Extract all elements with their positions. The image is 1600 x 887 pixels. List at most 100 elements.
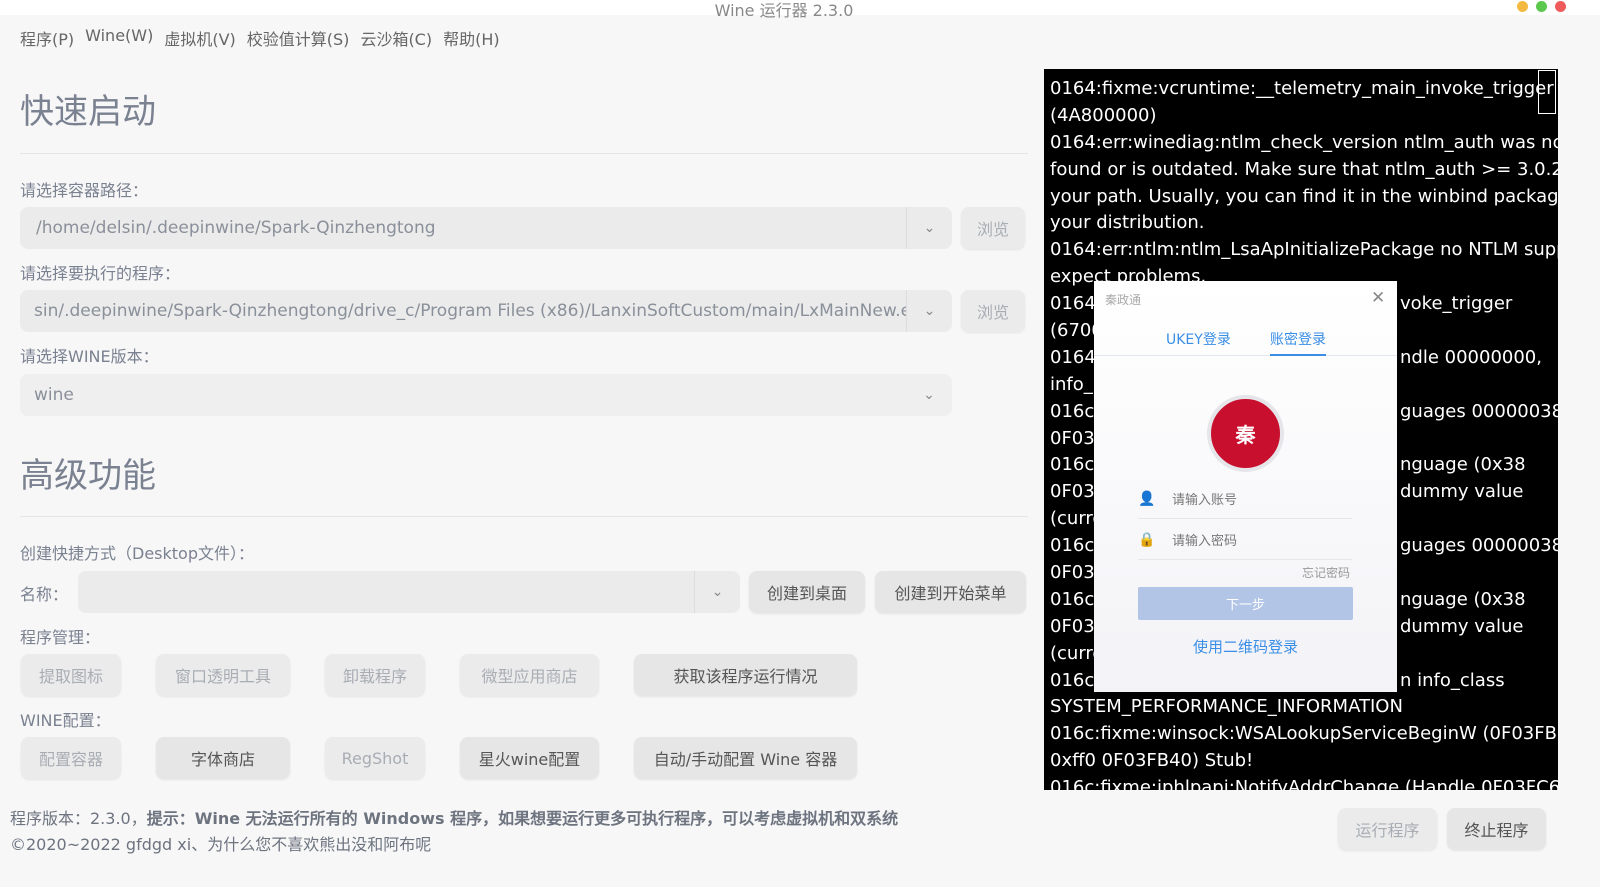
log-line-text: 0164:err:winediag:ntlm_check_version ntl…	[1050, 131, 1558, 153]
log-line-text: 016c:	[1050, 400, 1101, 422]
log-line: 0164:fixme:vcruntime:__telemetry_main_in…	[1050, 76, 1558, 103]
log-line-text-right: nguage (0x38	[1400, 588, 1526, 610]
tab-ukey-login[interactable]: UKEY登录	[1166, 329, 1231, 349]
minimize-button[interactable]	[1517, 1, 1528, 12]
log-line: your distribution.	[1050, 210, 1558, 237]
menu-program[interactable]: 程序(P)	[20, 26, 74, 50]
log-line-text: 0xff0 0F03FB40) Stub!	[1050, 750, 1254, 772]
account-placeholder: 请输入账号	[1172, 493, 1238, 508]
shortcut-name-combo[interactable]: ⌄	[78, 571, 740, 613]
advanced-heading: 高级功能	[20, 456, 156, 496]
window-title: Wine 运行器 2.3.0	[714, 1, 854, 20]
log-line-text-right: guages 00000038,	[1400, 535, 1558, 557]
account-input[interactable]: 👤 请输入账号	[1138, 479, 1352, 519]
spark-wine-config-button[interactable]: 星火wine配置	[460, 737, 599, 779]
log-line: (4A800000)	[1050, 103, 1558, 130]
qinzhengtong-logo: 秦	[1207, 395, 1284, 472]
uninstall-button[interactable]: 卸载程序	[325, 654, 425, 696]
regshot-button[interactable]: RegShot	[325, 737, 425, 779]
close-button[interactable]	[1555, 1, 1566, 12]
wine-config-label: WINE配置：	[20, 711, 111, 730]
browse-container-button[interactable]: 浏览	[961, 207, 1025, 249]
forgot-password-link[interactable]: 忘记密码	[1302, 564, 1350, 581]
login-dialog: 秦政通 ✕ UKEY登录 账密登录 秦 👤 请输入账号 🔒 请输入密码 忘记密码 下…	[1094, 281, 1397, 692]
run-program-button[interactable]: 运行程序	[1338, 808, 1437, 850]
maximize-button[interactable]	[1536, 1, 1547, 12]
log-line-text-right: ndle 00000000,	[1400, 346, 1542, 368]
log-line: 016c:fixme:winsock:WSALookupServiceBegin…	[1050, 721, 1558, 748]
quick-start-heading: 快速启动	[20, 92, 156, 132]
program-path-value: sin/.deepinwine/Spark-Qinzhengtong/drive…	[34, 301, 931, 321]
log-line-text: 016c:	[1050, 535, 1101, 557]
chevron-down-icon[interactable]: ⌄	[906, 207, 952, 249]
menu-checksum[interactable]: 校验值计算(S)	[247, 26, 350, 50]
program-management-label: 程序管理：	[20, 628, 101, 647]
log-line-text: 016c:fixme:winsock:WSALookupServiceBegin…	[1050, 723, 1558, 745]
log-line-text: 016c:	[1050, 454, 1101, 476]
menu-wine[interactable]: Wine(W)	[85, 26, 153, 50]
password-input[interactable]: 🔒 请输入密码	[1138, 520, 1352, 560]
log-line-text: info_	[1050, 373, 1093, 395]
log-line-text: 0164:err:ntlm:ntlm_LsaApInitializePackag…	[1050, 239, 1558, 261]
program-label: 请选择要执行的程序：	[20, 264, 181, 283]
log-line-text-right: dummy value	[1400, 481, 1524, 503]
log-line: 0xff0 0F03FB40) Stub!	[1050, 748, 1558, 775]
auto-configure-container-button[interactable]: 自动/手动配置 Wine 容器	[634, 737, 857, 779]
log-line-text-right: nguage (0x38	[1400, 454, 1526, 476]
menu-vm[interactable]: 虚拟机(V)	[164, 26, 235, 50]
window-transparency-button[interactable]: 窗口透明工具	[156, 654, 290, 696]
get-run-status-button[interactable]: 获取该程序运行情况	[634, 654, 857, 696]
log-line: 016c:fixme:iphlpapi:NotifyAddrChange (Ha…	[1050, 775, 1558, 790]
chevron-down-icon[interactable]: ⌄	[694, 571, 740, 613]
menu-help[interactable]: 帮助(H)	[443, 26, 500, 50]
log-line-text: your distribution.	[1050, 212, 1205, 234]
log-line: 0164:err:winediag:ntlm_check_version ntl…	[1050, 130, 1558, 157]
log-line-text-right: n info_class	[1400, 669, 1505, 691]
configure-container-button[interactable]: 配置容器	[21, 737, 121, 779]
log-line: 0164:err:ntlm:ntlm_LsaApInitializePackag…	[1050, 237, 1558, 264]
container-label: 请选择容器路径：	[20, 181, 149, 200]
log-line-text: 0164:fixme:vcruntime:__telemetry_main_in…	[1050, 78, 1554, 99]
log-line-text: SYSTEM_PERFORMANCE_INFORMATION	[1050, 696, 1403, 718]
copyright: ©2020~2022 gfdgd xi、为什么您不喜欢熊出没和阿布呢	[10, 835, 432, 854]
chevron-down-icon[interactable]: ⌄	[906, 374, 952, 416]
next-button[interactable]: 下一步	[1138, 587, 1353, 620]
menu-sandbox[interactable]: 云沙箱(C)	[360, 26, 432, 50]
tab-password-login[interactable]: 账密登录	[1270, 329, 1326, 349]
log-line: your path. Usually, you can find it in t…	[1050, 184, 1558, 211]
log-line-text: 016c:fixme:iphlpapi:NotifyAddrChange (Ha…	[1050, 777, 1558, 790]
qr-login-link[interactable]: 使用二维码登录	[1094, 636, 1397, 657]
log-line: found or is outdated. Make sure that ntl…	[1050, 157, 1558, 184]
extract-icon-button[interactable]: 提取图标	[21, 654, 121, 696]
lock-icon: 🔒	[1138, 531, 1156, 548]
program-path-combo[interactable]: sin/.deepinwine/Spark-Qinzhengtong/drive…	[20, 290, 952, 332]
mini-app-store-button[interactable]: 微型应用商店	[460, 654, 599, 696]
log-line: SYSTEM_PERFORMANCE_INFORMATION	[1050, 694, 1558, 721]
close-icon[interactable]: ✕	[1371, 288, 1385, 308]
font-store-button[interactable]: 字体商店	[156, 737, 290, 779]
wine-version-value: wine	[34, 385, 74, 405]
log-scrollbar[interactable]	[1538, 70, 1556, 114]
log-line-text: found or is outdated. Make sure that ntl…	[1050, 158, 1558, 180]
log-line-text-right: dummy value	[1400, 615, 1524, 637]
chevron-down-icon[interactable]: ⌄	[906, 290, 952, 332]
wine-version-select[interactable]: wine ⌄	[20, 374, 952, 416]
menu-bar: 程序(P) Wine(W) 虚拟机(V) 校验值计算(S) 云沙箱(C) 帮助(…	[20, 26, 500, 50]
log-line-text: your path. Usually, you can find it in t…	[1050, 185, 1558, 207]
log-line-text-right: guages 00000038,	[1400, 400, 1558, 422]
stop-program-button[interactable]: 终止程序	[1447, 808, 1546, 850]
tab-divider	[1094, 355, 1397, 356]
browse-program-button[interactable]: 浏览	[961, 290, 1025, 332]
container-path-combo[interactable]: /home/delsin/.deepinwine/Spark-Qinzhengt…	[20, 207, 952, 249]
divider	[20, 516, 1028, 517]
wine-version-label: 请选择WINE版本：	[20, 347, 159, 366]
password-placeholder: 请输入密码	[1172, 534, 1238, 549]
log-line-text: (4A800000)	[1050, 104, 1157, 126]
create-menu-button[interactable]: 创建到开始菜单	[875, 571, 1026, 613]
log-line-text: 016c:	[1050, 588, 1101, 610]
log-line-text: 016c:	[1050, 669, 1101, 691]
create-desktop-button[interactable]: 创建到桌面	[749, 571, 865, 613]
shortcut-label: 创建快捷方式（Desktop文件）：	[20, 544, 254, 563]
version-line: 程序版本：2.3.0，提示：Wine 无法运行所有的 Windows 程序，如果…	[10, 805, 898, 829]
divider	[20, 153, 1028, 154]
